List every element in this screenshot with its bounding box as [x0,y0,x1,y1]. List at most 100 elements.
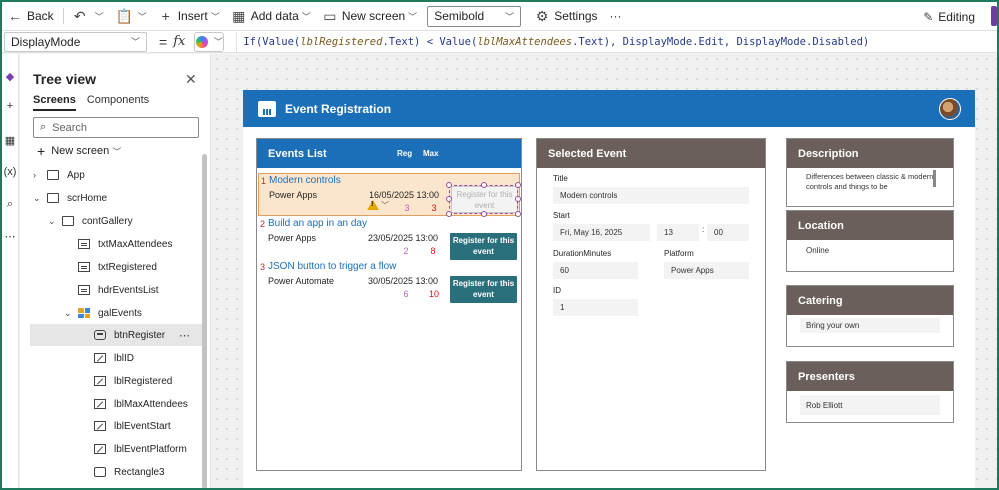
event-date: 23/05/2025 13:00 [368,233,439,243]
max-attendees: 3 [431,203,437,213]
registered-count: 3 [404,203,410,213]
event-row[interactable]: 2 Build an app in an day Power Apps 23/0… [258,217,520,260]
new-screen-button[interactable]: ▭ New screen ﹀ [317,2,423,31]
edit-label-icon [94,444,106,454]
paste-button[interactable]: 📋 ﹀ [110,2,153,31]
start-hour-select[interactable]: 13 [657,224,699,241]
chevron-down-icon[interactable]: ﹀ [381,200,389,211]
font-weight-select[interactable]: Semibold ﹀ [427,5,522,27]
chevron-down-icon[interactable]: ⌄ [33,193,47,204]
new-screen-link[interactable]: + New screen ﹀ [37,143,121,159]
chevron-down-icon: ﹀ [130,37,140,47]
plus-icon: + [37,143,46,159]
layers-icon[interactable]: ◆ [2,70,18,83]
tree-item-hdreventslist[interactable]: hdrEventsList [78,279,159,301]
register-button[interactable]: Register for this event [450,233,517,260]
undo-button[interactable]: ↶ ﹀ [67,2,110,31]
close-icon[interactable]: ✕ [185,71,197,88]
tab-screens[interactable]: Screens [33,94,76,111]
search-input[interactable]: ⌕ Search [33,117,199,138]
event-platform: Power Apps [269,190,318,200]
tree-item-txtregistered[interactable]: txtRegistered [78,256,157,278]
undo-icon: ↶ [73,7,86,24]
tree-item-contgallery[interactable]: ⌄ contGallery [48,210,133,232]
edit-label-icon [94,353,106,363]
selection-handles[interactable] [446,182,521,217]
tree-item-galevents[interactable]: ⌄ galEvents [64,302,142,324]
platform-field[interactable]: Power Apps [664,262,749,279]
formula-input[interactable]: If(Value(lblRegistered.Text) < Value(lbl… [236,31,869,52]
app-header: Event Registration [243,90,975,127]
description-scrollbar[interactable] [933,170,936,187]
editing-status[interactable]: ✎ Editing [923,2,975,31]
start-date-picker[interactable]: Fri, May 16, 2025 [553,224,650,241]
chevron-right-icon[interactable]: › [33,170,47,180]
catering-field[interactable]: Bring your own [800,318,940,333]
label-icon [78,239,90,249]
add-data-button[interactable]: ▦ Add data ﹀ [226,2,317,31]
presenters-field[interactable]: Rob Elliott [800,395,940,415]
chevron-down-icon[interactable]: ⌄ [64,308,78,319]
start-label: Start [553,211,570,220]
property-select[interactable]: DisplayMode ﹀ [4,31,147,52]
tree-item-lblid[interactable]: lblID [94,347,134,369]
app-icon [47,170,59,180]
chevron-down-icon: ﹀ [213,37,223,47]
app-screen: Event Registration Events List Reg Max 1… [243,90,975,488]
divider [62,8,64,24]
chevron-down-icon[interactable]: ﹀ [138,10,147,23]
warning-icon[interactable] [367,200,379,210]
title-field[interactable]: Modern controls [553,187,749,204]
tree-item-rectangle3[interactable]: Rectangle3 [94,461,165,483]
event-title: Build an app in an day [268,218,367,229]
back-arrow-icon: ← [8,8,22,24]
copilot-icon [195,35,208,48]
settings-button[interactable]: ⚙ Settings [529,2,603,31]
selected-event-panel: Selected Event Title Modern controls Sta… [536,138,766,471]
col-reg-header: Reg [397,149,413,158]
tree-item-app[interactable]: › App [33,164,85,186]
tree-item-scrhome[interactable]: ⌄ scrHome [33,187,107,209]
more-icon[interactable]: ⋯ [2,230,18,243]
tree-item-lbleventstart[interactable]: lblEventStart [94,415,171,437]
chevron-down-icon: ﹀ [112,146,122,157]
tree-item-btnregister[interactable]: btnRegister ⋯ [30,324,202,346]
tree-item-lbleventplatform[interactable]: lblEventPlatform [94,438,187,460]
edit-label-icon [94,421,106,431]
registered-count: 2 [403,246,409,256]
back-button[interactable]: ← Back [2,2,60,31]
copilot-button[interactable]: ﹀ [194,31,225,52]
start-minute-select[interactable]: 00 [707,224,749,241]
variables-icon[interactable]: (x) [2,166,18,178]
insert-icon[interactable]: + [2,100,18,112]
tree-item-lblmaxattendees[interactable]: lblMaxAttendees [94,393,188,415]
location-field[interactable]: Online [800,243,940,258]
id-field[interactable]: 1 [553,299,638,316]
avatar[interactable] [939,98,961,120]
insert-button[interactable]: + Insert ﹀ [153,2,226,31]
catering-header: Catering [787,286,953,315]
data-icon[interactable]: ▦ [2,134,18,147]
event-row[interactable]: 3 JSON button to trigger a flow Power Au… [258,260,520,303]
bank-icon [258,100,276,117]
search-icon[interactable]: ⌕ [2,198,18,211]
max-attendees: 10 [429,289,440,299]
left-rail: ◆ + ▦ (x) ⌕ ⋯ [2,54,19,488]
event-platform: Power Automate [268,276,335,286]
app-icon[interactable] [991,6,997,26]
gear-icon: ⚙ [535,7,549,24]
tree-item-lblregistered[interactable]: lblRegistered [94,370,172,392]
tree-item-txtmaxattendees[interactable]: txtMaxAttendees [78,233,172,255]
tree-scrollbar[interactable] [202,154,207,488]
more-button[interactable]: ··· [604,2,628,31]
gallery-icon [78,308,90,318]
event-row[interactable]: 1 Modern controls Power Apps 16/05/2025 … [258,173,521,217]
register-button[interactable]: Register for this event [450,276,517,303]
tab-components[interactable]: Components [87,94,149,111]
chevron-down-icon[interactable]: ⌄ [48,216,62,227]
more-options-icon[interactable]: ⋯ [179,329,190,342]
duration-field[interactable]: 60 [553,262,638,279]
chevron-down-icon[interactable]: ﹀ [95,10,104,23]
description-field[interactable]: Differences between classic & modern con… [800,172,938,194]
event-title: Modern controls [269,175,341,186]
